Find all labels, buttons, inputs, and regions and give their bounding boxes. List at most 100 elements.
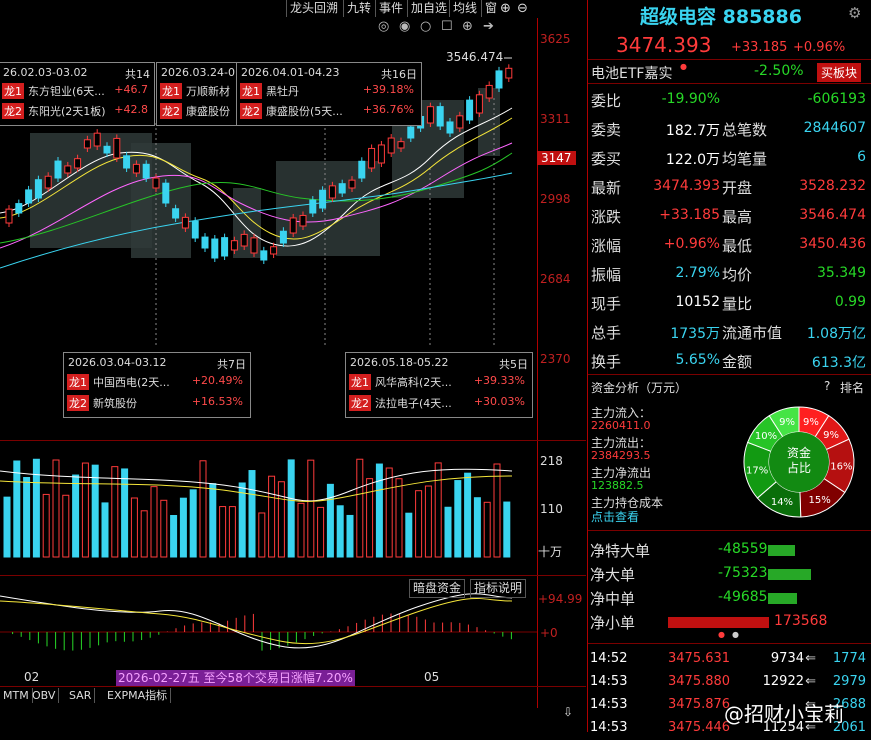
stock-name: 东方钽业(6天... <box>28 85 105 98</box>
stock-pct: +46.7 <box>114 83 148 96</box>
leader-row[interactable]: 龙1 黑牡丹 +39.18% <box>240 83 418 99</box>
leader-row[interactable]: 龙2 东阳光(2天1板) +42.8 <box>2 103 152 119</box>
toolbar-button[interactable]: 龙头回溯 <box>286 0 342 17</box>
indicator-help-button[interactable]: 指标说明 <box>470 579 527 598</box>
candle-body <box>466 99 474 121</box>
candle-body <box>358 160 366 179</box>
candle-body <box>475 94 483 114</box>
tick-price: 3475.446 <box>668 720 731 735</box>
toolbar-button[interactable]: 事件 <box>375 0 407 17</box>
tab-mtm[interactable]: MTM <box>0 688 33 703</box>
range-box[interactable]: 26.02.03-03.02 共14 龙1 东方钽业(6天... +46.7 龙2 东… <box>0 62 155 126</box>
volume-chart[interactable] <box>0 441 537 575</box>
candle-body <box>230 240 238 251</box>
candle-body <box>83 139 91 149</box>
stock-name: 东阳光(2天1板) <box>28 105 106 118</box>
x-axis-label: 05 <box>424 670 440 684</box>
page-dot[interactable]: ● <box>732 630 739 639</box>
toolbar-button[interactable]: 均线 <box>449 0 481 17</box>
toolbar-button[interactable]: 加自选 <box>407 0 451 17</box>
candle-body <box>485 84 493 99</box>
flow-row: 净特大单 -48559 <box>590 538 870 562</box>
rank-link[interactable]: 排名 <box>840 379 864 396</box>
leader-row[interactable]: 龙2 康盛股份(5天... +36.76% <box>240 103 418 119</box>
stat-value: 613.3亿 <box>811 355 866 371</box>
stat-value: -19.90% <box>661 91 720 107</box>
buy-sector-button[interactable]: 买板块 <box>817 63 862 82</box>
stat-value: +0.96% <box>663 236 720 252</box>
dot-icon: ● <box>680 62 687 71</box>
range-box[interactable]: 2026.03.04-03.12 共7日 龙1 中国西电(2天... +20.49%… <box>63 352 251 418</box>
volume-bar <box>346 514 354 558</box>
divider <box>588 83 871 84</box>
leader-row[interactable]: 龙2 法拉电子(4天... +30.03% <box>349 395 529 411</box>
range-box[interactable]: 2026.05.18-05.22 共5日 龙1 风华高科(2天... +39.33%… <box>345 352 533 418</box>
candle-body <box>211 238 219 259</box>
toolbar-button[interactable]: 窗 <box>481 0 501 17</box>
stat-row: 涨幅 +0.96% 最低 3450.436 <box>588 230 871 259</box>
candle-body <box>328 185 336 199</box>
flow-row: 净中单 -49685 <box>590 586 870 610</box>
candle-body <box>64 165 72 174</box>
volume-bar <box>189 489 197 558</box>
volume-bar <box>23 477 31 558</box>
volume-bar <box>52 459 60 558</box>
range-period: 26.02.03-03.02 <box>3 66 88 79</box>
arrow-left-icon: ⇐ <box>805 674 816 689</box>
stat-label: 均价 <box>722 266 753 284</box>
view-link[interactable]: 点击查看 <box>591 508 639 525</box>
stock-pct: +36.76% <box>362 103 414 116</box>
tick-row: 14:52 3475.631 9734 ⇐ 1774 <box>590 648 870 671</box>
tick-time: 14:53 <box>590 674 628 689</box>
price-change: +33.185 <box>731 40 788 55</box>
leader-tag: 龙1 <box>2 83 24 99</box>
tick-time: 14:53 <box>590 720 628 735</box>
candle-body <box>446 121 454 134</box>
leader-row[interactable]: 龙1 风华高科(2天... +39.33% <box>349 374 529 390</box>
candle-body <box>338 183 346 194</box>
leader-row[interactable]: 龙1 东方钽业(6天... +46.7 <box>2 83 152 99</box>
candle-body <box>397 141 405 149</box>
divider <box>588 530 871 531</box>
candle-body <box>240 233 248 247</box>
dark-fund-button[interactable]: 暗盘资金 <box>409 579 466 598</box>
volume-bar <box>101 502 109 558</box>
stat-value: 2844607 <box>803 120 866 136</box>
donut-slice-label: 9% <box>779 417 795 428</box>
range-box[interactable]: 2026.04.01-04.23 共16日 龙1 黑牡丹 +39.18% 龙2 康盛股… <box>236 62 422 126</box>
price-axis-label: 2370 <box>540 352 571 366</box>
kline-chart-area[interactable]: 龙头回溯 九转 事件 加自选 均线窗 ⊕ ⊖ ◎ ◉ ○ ☐ ⊕ ➔ 3625 3311 3147 2… <box>0 0 586 732</box>
stock-name: 风华高科(2天... <box>375 376 452 389</box>
leader-row[interactable]: 龙2 康盛股份 <box>160 103 230 119</box>
volume-bar <box>317 506 325 558</box>
download-icon[interactable]: ⇩ <box>556 705 580 721</box>
stat-row: 最新 3474.393 开盘 3528.232 <box>588 172 871 201</box>
help-icon[interactable]: ? <box>824 379 830 393</box>
zoom-out-icon[interactable]: ⊖ <box>517 1 528 16</box>
leader-row[interactable]: 龙2 新筑股份 +16.53% <box>67 395 247 411</box>
range-period: 2026.03.04-03.12 <box>68 356 167 369</box>
volume-axis-label: 110 <box>540 502 563 516</box>
stat-value: 3528.232 <box>799 178 866 194</box>
tab-sar[interactable]: SAR <box>66 688 96 703</box>
etf-name[interactable]: 电池ETF嘉实 <box>591 63 672 83</box>
stock-pct: +42.8 <box>114 103 148 116</box>
stat-label: 流通市值 <box>722 324 783 342</box>
stat-label: 均笔量 <box>722 150 768 168</box>
toolbar-button[interactable]: 九转 <box>343 0 375 17</box>
page-dot-active[interactable]: ● <box>718 630 725 639</box>
tick-row: 14:53 3475.880 12922 ⇐ 2979 <box>590 671 870 694</box>
range-box[interactable]: 2026.03.24-0 龙1 万顺新材 龙2 康盛股份 <box>156 62 238 126</box>
stat-label: 开盘 <box>722 179 753 197</box>
flow-label: 净小单 <box>590 614 636 632</box>
volume-bar <box>3 496 11 558</box>
zoom-in-icon[interactable]: ⊕ <box>500 1 511 16</box>
quote-panel: 超级电容 885886 ⚙ 3474.393 +33.185 +0.96% 电池… <box>587 0 871 735</box>
gear-icon[interactable]: ⚙ <box>848 4 861 22</box>
leader-row[interactable]: 龙1 万顺新材 <box>160 83 230 99</box>
stat-label: 振幅 <box>591 266 622 284</box>
leader-row[interactable]: 龙1 中国西电(2天... +20.49% <box>67 374 247 390</box>
tab-expma[interactable]: EXPMA指标 <box>104 688 172 703</box>
tab-obv[interactable]: OBV <box>29 688 60 703</box>
tick-count: 1774 <box>832 651 866 666</box>
